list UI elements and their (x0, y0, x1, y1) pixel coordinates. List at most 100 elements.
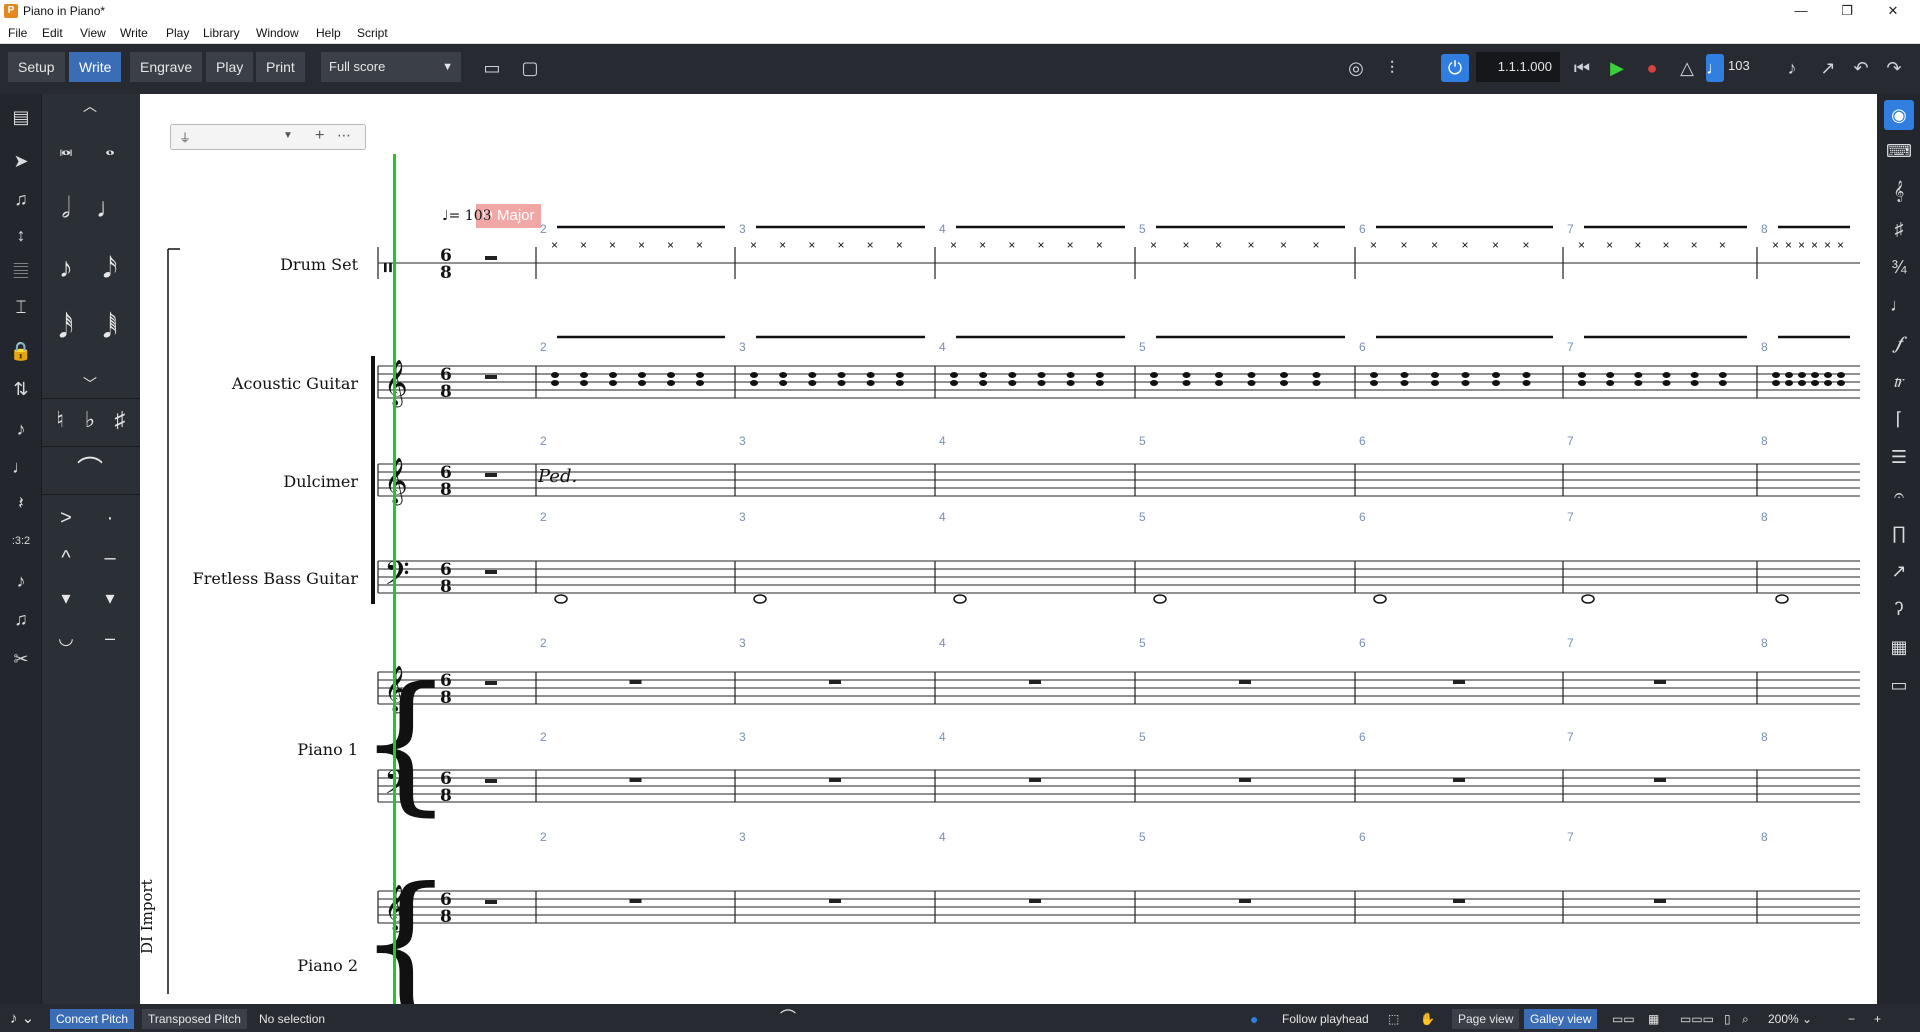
tenuto-icon[interactable]: – (92, 540, 128, 576)
tie-icon[interactable]: ♪ (8, 568, 34, 594)
staff-label-piano-2[interactable]: Piano 2 (140, 956, 358, 975)
zoom-out-button[interactable]: − (1842, 1009, 1861, 1029)
menu-write[interactable]: Write (120, 26, 148, 40)
menu-view[interactable]: View (80, 26, 106, 40)
speaker-icon[interactable]: ♪ (1778, 54, 1806, 82)
select-arrow-icon[interactable]: ➤ (8, 148, 34, 174)
tab-bar-icon[interactable]: ▭ (478, 54, 506, 82)
external-icon[interactable]: ↗ (1814, 54, 1842, 82)
tempo-value[interactable]: 103 (1728, 58, 1750, 73)
key-signature-icon[interactable]: ♯ (1884, 214, 1914, 244)
staff-label-fretless-bass[interactable]: Fretless Bass Guitar (140, 569, 358, 588)
breve-icon[interactable]: 𝅜 (48, 130, 84, 166)
menu-window[interactable]: Window (256, 26, 299, 40)
playing-techniques-icon[interactable]: ⌈ (1884, 404, 1914, 434)
keyboard-icon[interactable]: ⌨ (1884, 136, 1914, 166)
fermata-icon[interactable]: ◡ (48, 620, 84, 656)
zoom-icon[interactable]: ⌕ (1736, 1009, 1755, 1029)
tuplet-icon[interactable]: :3:2 (8, 528, 34, 554)
mixer-icon[interactable]: ⫶ (1378, 54, 1406, 82)
staccatissimo-icon[interactable]: ▾ (48, 580, 84, 616)
bars-icon[interactable]: ☰ (1884, 442, 1914, 472)
window-icon[interactable]: ▢ (516, 54, 544, 82)
staff-label-dulcimer[interactable]: Dulcimer (140, 472, 358, 491)
film-icon[interactable]: ▦ (1884, 632, 1914, 662)
lines-icon[interactable]: ↗ (1884, 556, 1914, 586)
marcato-icon[interactable]: ^ (48, 540, 84, 576)
menu-file[interactable]: File (8, 26, 27, 40)
lyrics-icon[interactable]: ⌶ (8, 294, 34, 320)
redo-icon[interactable]: ↷ (1880, 54, 1908, 82)
play-icon[interactable]: ▶ (1603, 54, 1631, 82)
sixty-fourth-note-icon[interactable]: 𝅘𝅥𝅱 (92, 310, 128, 346)
palette-icon[interactable]: ◉ (1884, 100, 1914, 130)
sharp-icon[interactable]: ♯ (102, 402, 138, 438)
mode-write[interactable]: Write (69, 52, 122, 82)
menu-help[interactable]: Help (316, 26, 341, 40)
whole-note-icon[interactable]: 𝅝 (92, 130, 128, 166)
mode-print[interactable]: Print (256, 52, 305, 82)
tenuto-staccato-icon[interactable]: – (92, 620, 128, 656)
tempo-mark[interactable]: ♩= 103 (442, 208, 492, 224)
minimize-button[interactable]: — (1778, 0, 1824, 22)
grace-note-icon[interactable]: ♪ (8, 416, 34, 442)
panel-toggle-icon[interactable]: ⌒ (774, 1009, 802, 1029)
accent-icon[interactable]: > (48, 500, 84, 536)
hand-tool-icon[interactable]: ✋ (1414, 1009, 1441, 1029)
rest-icon[interactable]: 𝄽 (8, 490, 34, 516)
note-input-icon[interactable]: ♫ (8, 186, 34, 212)
chevron-down-icon[interactable]: ﹀ (72, 366, 108, 402)
video-icon[interactable]: ◎ (1342, 54, 1370, 82)
zoom-in-button[interactable]: + (1868, 1009, 1887, 1029)
horizontal-pages-icon[interactable]: ▭▭▭ (1674, 1009, 1720, 1029)
mode-setup[interactable]: Setup (8, 52, 65, 82)
slur-icon[interactable]: ⌒ (72, 452, 108, 488)
menu-play[interactable]: Play (166, 26, 189, 40)
undo-icon[interactable]: ↶ (1847, 54, 1875, 82)
single-pages-icon[interactable]: ▦ (1642, 1009, 1665, 1029)
ear-icon[interactable]: ʔ (1884, 594, 1914, 624)
bowing-icon[interactable]: ∏ (1884, 518, 1914, 548)
menu-edit[interactable]: Edit (42, 26, 63, 40)
panel-toggle-icon[interactable]: ▤ (8, 104, 34, 130)
selection-tool-icon[interactable]: ⬚ (1382, 1009, 1405, 1029)
force-duration-icon[interactable]: ♫ (8, 606, 34, 632)
vertical-pages-icon[interactable]: ▯ (1718, 1009, 1737, 1029)
menu-script[interactable]: Script (357, 26, 388, 40)
follow-playhead-toggle[interactable]: ● (1244, 1009, 1264, 1029)
page-view-button[interactable]: Page view (1452, 1009, 1520, 1029)
pedal-mark[interactable]: Ped. (538, 466, 577, 487)
note-input-mode-icon[interactable]: ♪ ⌄ (4, 1009, 40, 1029)
score-view[interactable]: ⏚ ▼ + ⋯ 𝄥68𝄞68𝄞68𝄢68𝄞68𝄢68𝄞68{{×××××××××… (140, 94, 1877, 1004)
record-icon[interactable]: ● (1638, 54, 1666, 82)
timecode-display[interactable]: 1.1.1.000 (1476, 52, 1560, 82)
layout-selector[interactable]: Full score ▼ (321, 52, 461, 82)
insert-icon[interactable]: ↕ (8, 222, 34, 248)
mode-engrave[interactable]: Engrave (130, 52, 203, 82)
staccato-icon[interactable]: · (92, 500, 128, 536)
tempo-icon[interactable]: ♩ (1884, 290, 1914, 320)
power-icon[interactable]: ⏻ (1441, 54, 1469, 82)
chord-icon[interactable]: 𝄚 (8, 258, 34, 284)
menu-library[interactable]: Library (203, 26, 240, 40)
comment-icon[interactable]: ▭ (1884, 670, 1914, 700)
rewind-icon[interactable]: ⏮ (1568, 54, 1596, 82)
galley-view-button[interactable]: Galley view (1524, 1009, 1598, 1029)
mode-play[interactable]: Play (206, 52, 254, 82)
scissors-icon[interactable]: ✂ (8, 646, 34, 672)
dotted-note-icon[interactable]: ♩ (8, 454, 34, 480)
staff-label-drum-set[interactable]: Drum Set (140, 255, 358, 274)
zoom-level[interactable]: 200% ⌄ (1762, 1009, 1818, 1029)
staff-label-piano-1[interactable]: Piano 1 (140, 740, 358, 759)
clef-icon[interactable]: 𝄞 (1884, 176, 1914, 206)
dynamics-icon[interactable]: 𝆑 (1884, 328, 1914, 358)
spreads-icon[interactable]: ▭▭ (1606, 1009, 1641, 1029)
chevron-up-icon[interactable]: ︿ (72, 88, 108, 124)
staff-label-acoustic-guitar[interactable]: Acoustic Guitar (140, 374, 358, 393)
transposed-pitch-button[interactable]: Transposed Pitch (142, 1009, 247, 1029)
metronome-icon[interactable]: △ (1673, 54, 1701, 82)
tempo-note-icon[interactable]: ♩ (1706, 54, 1724, 82)
ornaments-icon[interactable]: 𝆖 (1884, 366, 1914, 396)
sixteenth-note-icon[interactable]: 𝅘𝅥𝅯 (92, 250, 128, 286)
stress-icon[interactable]: ▾ (92, 580, 128, 616)
